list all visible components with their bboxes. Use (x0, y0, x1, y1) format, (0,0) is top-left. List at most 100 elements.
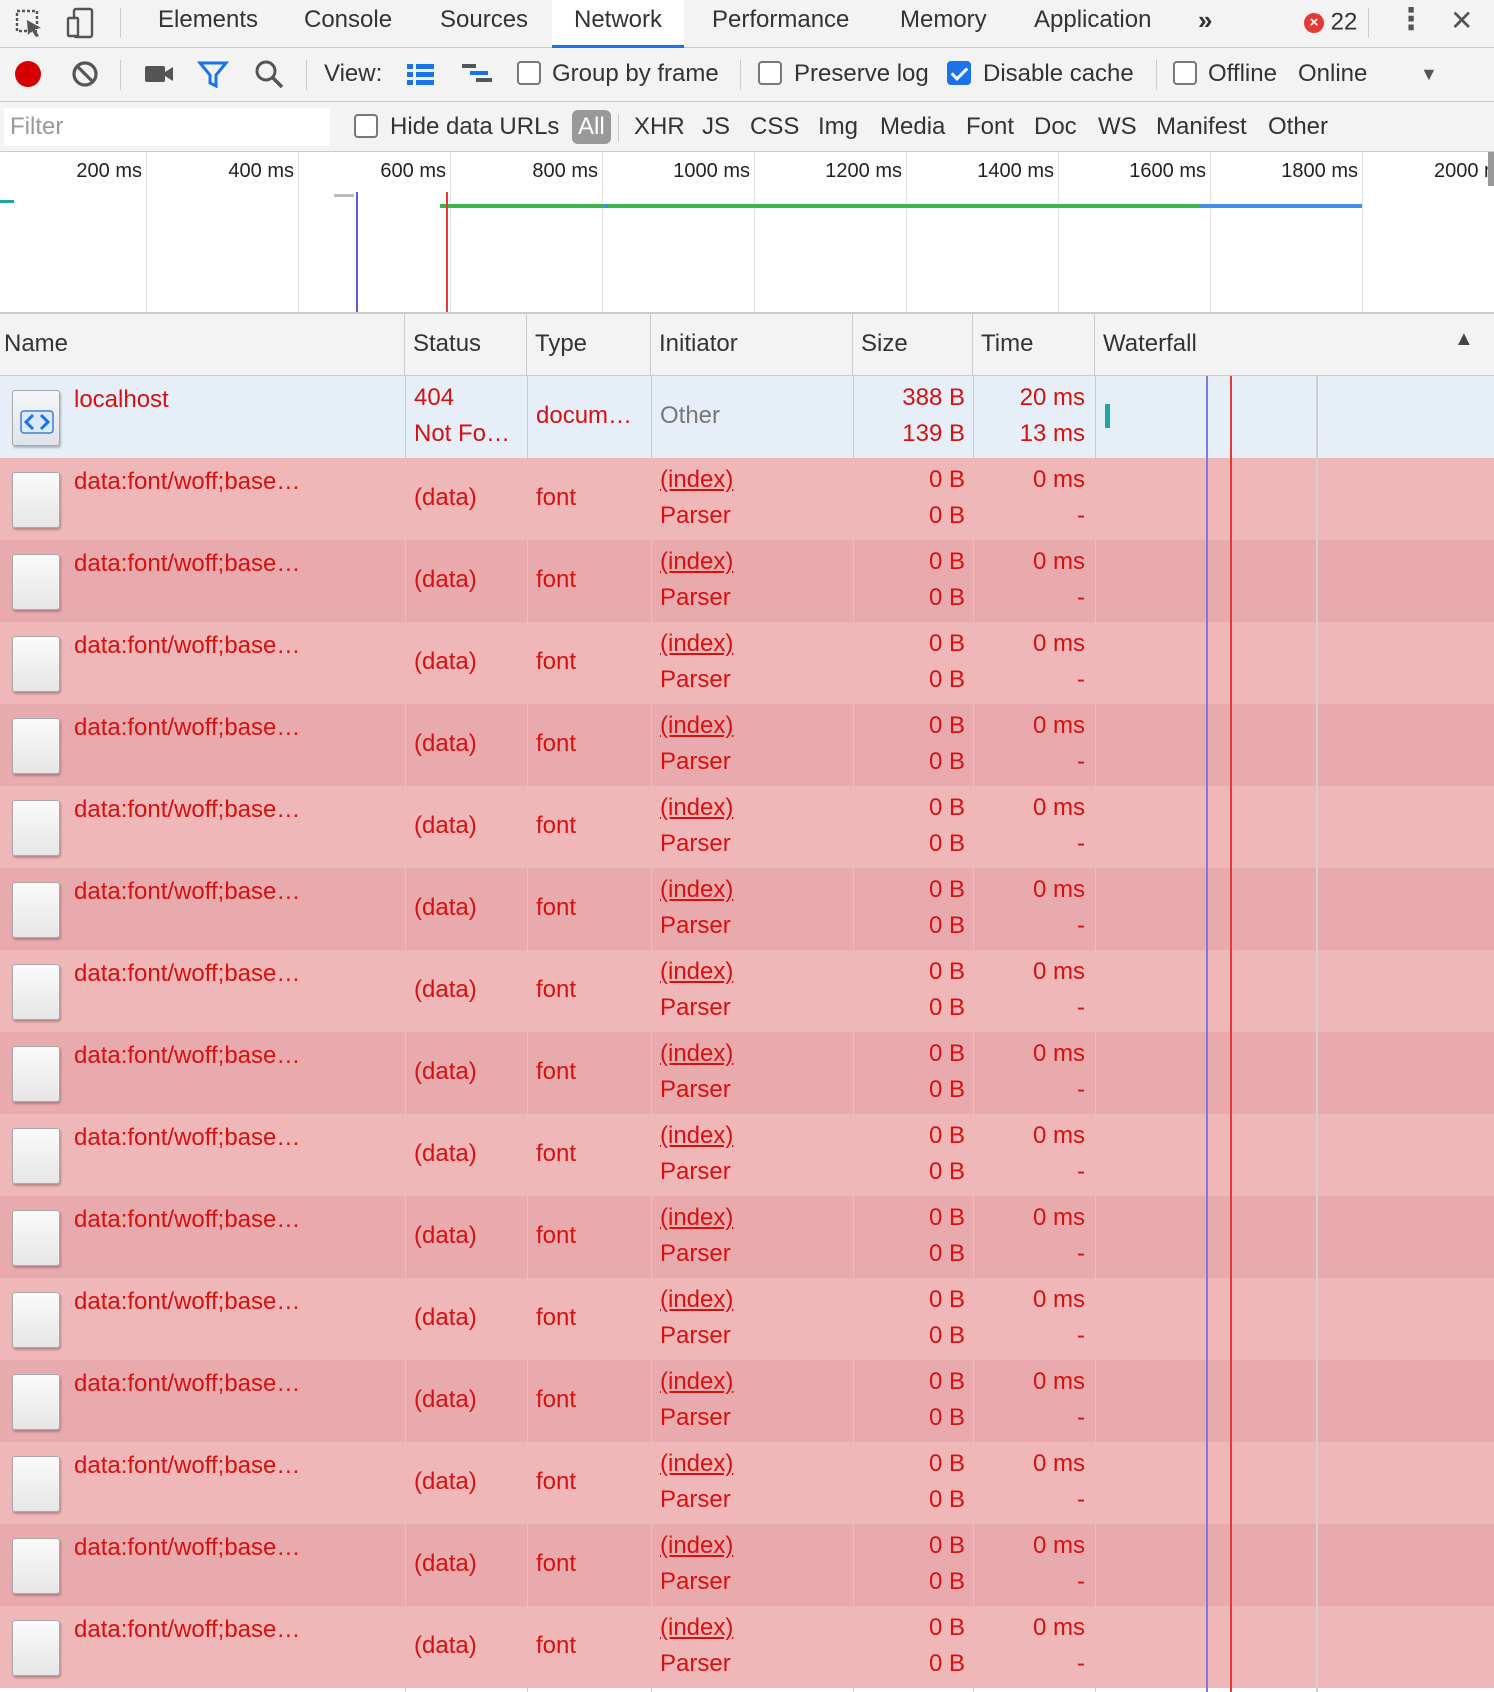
filter-type-media[interactable]: Media (880, 110, 945, 144)
chevron-down-icon[interactable]: ▼ (1420, 60, 1438, 88)
table-row[interactable]: data:font/woff;base… (data) font (index) Par… (0, 1196, 1494, 1278)
initiator-link[interactable]: (index) (660, 876, 733, 904)
tab-memory[interactable]: Memory (878, 0, 1009, 47)
preserve-log-label[interactable]: Preserve log (794, 60, 929, 88)
table-row[interactable]: data:font/woff;base… (data) font (index) Par… (0, 1114, 1494, 1196)
tab-console[interactable]: Console (282, 0, 414, 47)
disable-cache-checkbox[interactable] (947, 61, 971, 85)
request-name[interactable]: data:font/woff;base… (74, 468, 300, 496)
disable-cache-label[interactable]: Disable cache (983, 60, 1134, 88)
initiator-link[interactable]: (index) (660, 1532, 733, 1560)
filter-type-all[interactable]: All (572, 110, 611, 144)
more-tabs-button[interactable]: » (1176, 0, 1234, 47)
table-row[interactable]: data:font/woff;base… (data) font (index) Par… (0, 950, 1494, 1032)
hide-data-urls-checkbox[interactable] (354, 114, 378, 138)
filter-type-css[interactable]: CSS (750, 110, 799, 144)
filter-type-xhr[interactable]: XHR (634, 110, 685, 144)
group-by-frame-label[interactable]: Group by frame (552, 60, 719, 88)
table-row[interactable]: data:font/woff;base… (data) font (index) Par… (0, 458, 1494, 540)
request-name[interactable]: data:font/woff;base… (74, 878, 300, 906)
large-rows-icon[interactable] (404, 57, 438, 91)
table-row[interactable]: data:font/woff;base… (data) font (index) Par… (0, 786, 1494, 868)
tab-application[interactable]: Application (1012, 0, 1173, 47)
column-header-name[interactable]: Name (0, 314, 405, 376)
kebab-menu-icon[interactable]: ⋮ (1396, 2, 1426, 37)
initiator-link[interactable]: (index) (660, 466, 733, 494)
initiator-link[interactable]: (index) (660, 1204, 733, 1232)
error-counter[interactable]: × 22 (1304, 8, 1357, 36)
request-name[interactable]: data:font/woff;base… (74, 1452, 300, 1480)
filter-type-js[interactable]: JS (702, 110, 730, 144)
inspect-icon[interactable] (12, 6, 46, 40)
table-row[interactable]: data:font/woff;base… (data) font (index) Par… (0, 868, 1494, 950)
filter-type-other[interactable]: Other (1268, 110, 1328, 144)
filter-type-doc[interactable]: Doc (1034, 110, 1077, 144)
column-header-time[interactable]: Time (973, 314, 1095, 376)
close-icon[interactable]: ✕ (1450, 4, 1473, 37)
table-row[interactable]: data:font/woff;base… (data) font (index) Par… (0, 1524, 1494, 1606)
preserve-log-checkbox[interactable] (758, 61, 782, 85)
tab-sources[interactable]: Sources (418, 0, 550, 47)
filter-icon[interactable] (196, 57, 230, 91)
column-header-waterfall[interactable]: Waterfall (1095, 314, 1494, 376)
initiator-link[interactable]: (index) (660, 1122, 733, 1150)
offline-label[interactable]: Offline (1208, 60, 1277, 88)
request-name[interactable]: data:font/woff;base… (74, 796, 300, 824)
initiator-link[interactable]: (index) (660, 548, 733, 576)
request-name[interactable]: data:font/woff;base… (74, 1616, 300, 1644)
request-name[interactable]: data:font/woff;base… (74, 550, 300, 578)
clear-icon[interactable] (68, 57, 102, 91)
initiator-link[interactable]: (index) (660, 1286, 733, 1314)
table-row[interactable]: data:font/woff;base… (data) font (index) Par… (0, 704, 1494, 786)
table-row[interactable]: data:font/woff;base… (data) font (index) Par… (0, 540, 1494, 622)
initiator-link[interactable]: (index) (660, 1614, 733, 1642)
screenshot-icon[interactable] (142, 57, 176, 91)
filter-type-img[interactable]: Img (818, 110, 858, 144)
initiator-link[interactable]: (index) (660, 958, 733, 986)
search-icon[interactable] (252, 57, 286, 91)
initiator-link[interactable]: (index) (660, 1040, 733, 1068)
table-row[interactable]: data:font/woff;base… (data) font (index) Par… (0, 1032, 1494, 1114)
filter-type-manifest[interactable]: Manifest (1156, 110, 1247, 144)
table-row[interactable]: data:font/woff;base… (data) font (index) Par… (0, 1360, 1494, 1442)
tab-network[interactable]: Network (552, 0, 685, 48)
initiator-link[interactable]: (index) (660, 1368, 733, 1396)
column-header-type[interactable]: Type (527, 314, 651, 376)
table-row[interactable]: data:font/woff;base… (data) font (index) Par… (0, 1606, 1494, 1688)
timeline-overview[interactable]: 200 ms 400 ms 600 ms 800 ms 1000 ms 1200… (0, 152, 1494, 314)
table-row[interactable]: data:font/woff;base… (data) font (index) Par… (0, 622, 1494, 704)
request-name[interactable]: localhost (74, 386, 169, 414)
table-row[interactable]: data:font/woff;base… (data) font (index) Par… (0, 1278, 1494, 1360)
device-toolbar-icon[interactable] (64, 6, 98, 40)
offline-checkbox[interactable] (1173, 61, 1197, 85)
request-name[interactable]: data:font/woff;base… (74, 1288, 300, 1316)
request-name[interactable]: data:font/woff;base… (74, 1534, 300, 1562)
request-name[interactable]: data:font/woff;base… (74, 1206, 300, 1234)
tab-performance[interactable]: Performance (690, 0, 871, 47)
overview-resize-handle[interactable] (1488, 152, 1494, 186)
initiator-link[interactable]: (index) (660, 794, 733, 822)
initiator-link[interactable]: (index) (660, 630, 733, 658)
table-row[interactable]: data:font/woff;base… (data) font (index) Par… (0, 1442, 1494, 1524)
request-name[interactable]: data:font/woff;base… (74, 714, 300, 742)
request-name[interactable]: data:font/woff;base… (74, 1042, 300, 1070)
initiator-link[interactable]: (index) (660, 712, 733, 740)
throttling-select[interactable]: Online (1298, 60, 1367, 88)
request-name[interactable]: data:font/woff;base… (74, 632, 300, 660)
filter-input[interactable] (4, 108, 330, 146)
initiator-link[interactable]: (index) (660, 1450, 733, 1478)
record-icon[interactable] (11, 57, 45, 91)
request-name[interactable]: data:font/woff;base… (74, 1370, 300, 1398)
filter-type-ws[interactable]: WS (1098, 110, 1137, 144)
table-row[interactable]: localhost 404 Not Fo… docum… Other 388 B 139 B… (0, 376, 1494, 458)
waterfall-view-icon[interactable] (460, 57, 494, 91)
filter-type-font[interactable]: Font (966, 110, 1014, 144)
column-header-size[interactable]: Size (853, 314, 973, 376)
request-name[interactable]: data:font/woff;base… (74, 1124, 300, 1152)
column-header-status[interactable]: Status (405, 314, 527, 376)
group-by-frame-checkbox[interactable] (517, 61, 541, 85)
request-name[interactable]: data:font/woff;base… (74, 960, 300, 988)
column-header-initiator[interactable]: Initiator (651, 314, 853, 376)
tab-elements[interactable]: Elements (136, 0, 280, 47)
hide-data-urls-label[interactable]: Hide data URLs (390, 110, 559, 144)
